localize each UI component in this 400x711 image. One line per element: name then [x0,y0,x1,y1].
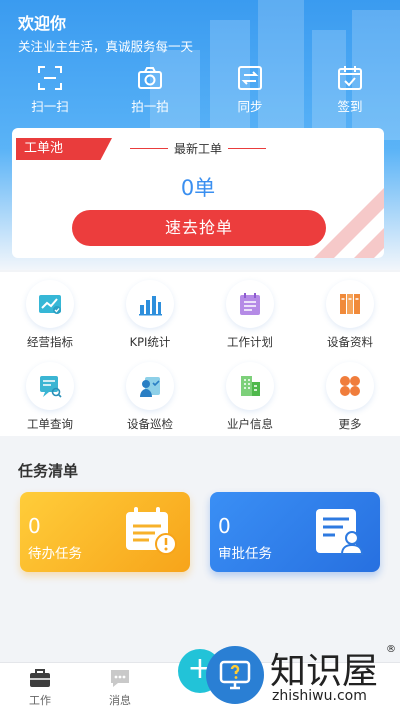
bar-chart-icon [139,296,162,316]
building-icon [241,376,260,396]
grid-item-kpi[interactable]: KPI统计 [100,272,200,354]
grid-item-label: 工作计划 [227,335,273,349]
sync-button[interactable]: 同步 [200,64,300,120]
approval-document-icon [316,509,364,555]
approval-label: 审批任务 [218,546,272,562]
photo-label: 拍一拍 [131,99,169,114]
business-chart-icon [39,295,61,314]
grid-item-equipment-inspection[interactable]: 设备巡检 [100,354,200,436]
welcome-title: 欢迎你 [18,14,67,33]
grid-item-label: 设备资料 [327,335,373,349]
help-monitor-icon [219,660,251,690]
grid-item-order-query[interactable]: 工单查询 [0,354,100,436]
grid-item-label: 工单查询 [27,417,73,431]
checkin-label: 签到 [337,99,363,114]
task-section: 任务清单 0 待办任务 0 审批任务 [0,446,400,660]
nav-work[interactable]: 工作 [0,667,80,708]
quick-actions: 扫一扫 拍一拍 同步 签到 [0,64,400,120]
scan-label: 扫一扫 [31,99,69,114]
grid-item-label: 设备巡检 [127,417,173,431]
watermark-url: zhishiwu.com [272,688,367,704]
function-grid: 经营指标 KPI统计 工作计划 设备资料 工单查询 设备巡检 业户信息 更多 [0,272,400,436]
pending-tasks-card[interactable]: 0 待办任务 [20,492,190,572]
plan-icon [240,293,260,315]
nav-work-label: 工作 [29,694,51,707]
icon-circle [26,280,74,328]
more-icon [340,376,360,396]
photo-button[interactable]: 拍一拍 [100,64,200,120]
icon-circle [326,280,374,328]
grid-item-equipment-docs[interactable]: 设备资料 [300,272,400,354]
briefcase-icon [30,669,50,687]
slogan-text: 关注业主生活，真诚服务每一天 [18,39,194,54]
latest-orders-header: 最新工单 [12,140,384,157]
grid-item-business-metrics[interactable]: 经营指标 [0,272,100,354]
chat-bubble-icon [111,670,129,687]
grab-order-button[interactable]: 速去抢单 [72,210,326,246]
divider [129,148,168,149]
approval-tasks-card[interactable]: 0 审批任务 [210,492,380,572]
nav-messages[interactable]: 消息 [80,667,160,708]
icon-circle [326,362,374,410]
icon-circle [226,362,274,410]
order-count: 0单 [180,176,216,200]
nav-messages-label: 消息 [109,694,131,707]
grid-item-label: 经营指标 [27,335,73,349]
grid-item-label: 业户信息 [227,417,273,431]
scan-icon [38,66,62,90]
approval-count: 0 [218,514,231,538]
icon-circle [226,280,274,328]
sync-icon [238,66,262,90]
checkin-icon [338,66,362,90]
grid-item-label: 更多 [338,417,362,431]
grid-item-more[interactable]: 更多 [300,354,400,436]
task-list-title: 任务清单 [18,462,79,480]
site-watermark: 知识屋 ® zhishiwu.com [200,640,400,711]
sync-label: 同步 [237,99,263,114]
order-pool-card: 工单池 最新工单 0单 速去抢单 [12,128,384,258]
grid-item-label: KPI统计 [129,335,171,349]
grid-item-work-plan[interactable]: 工作计划 [200,272,300,354]
latest-orders-title: 最新工单 [173,142,222,156]
order-search-icon [40,376,62,398]
pending-count: 0 [28,514,41,538]
pending-label: 待办任务 [28,546,82,562]
camera-icon [138,67,162,89]
calendar-alert-icon [126,507,177,555]
icon-circle [26,362,74,410]
icon-circle [126,362,174,410]
watermark-logo [206,646,264,704]
scan-button[interactable]: 扫一扫 [0,64,100,120]
watermark-name: 知识屋 [270,651,379,692]
watermark-registered: ® [386,644,396,655]
checkin-button[interactable]: 签到 [300,64,400,120]
inspection-icon [140,377,160,397]
divider [228,148,266,149]
binders-icon [340,294,360,314]
grid-item-resident-info[interactable]: 业户信息 [200,354,300,436]
icon-circle [126,280,174,328]
